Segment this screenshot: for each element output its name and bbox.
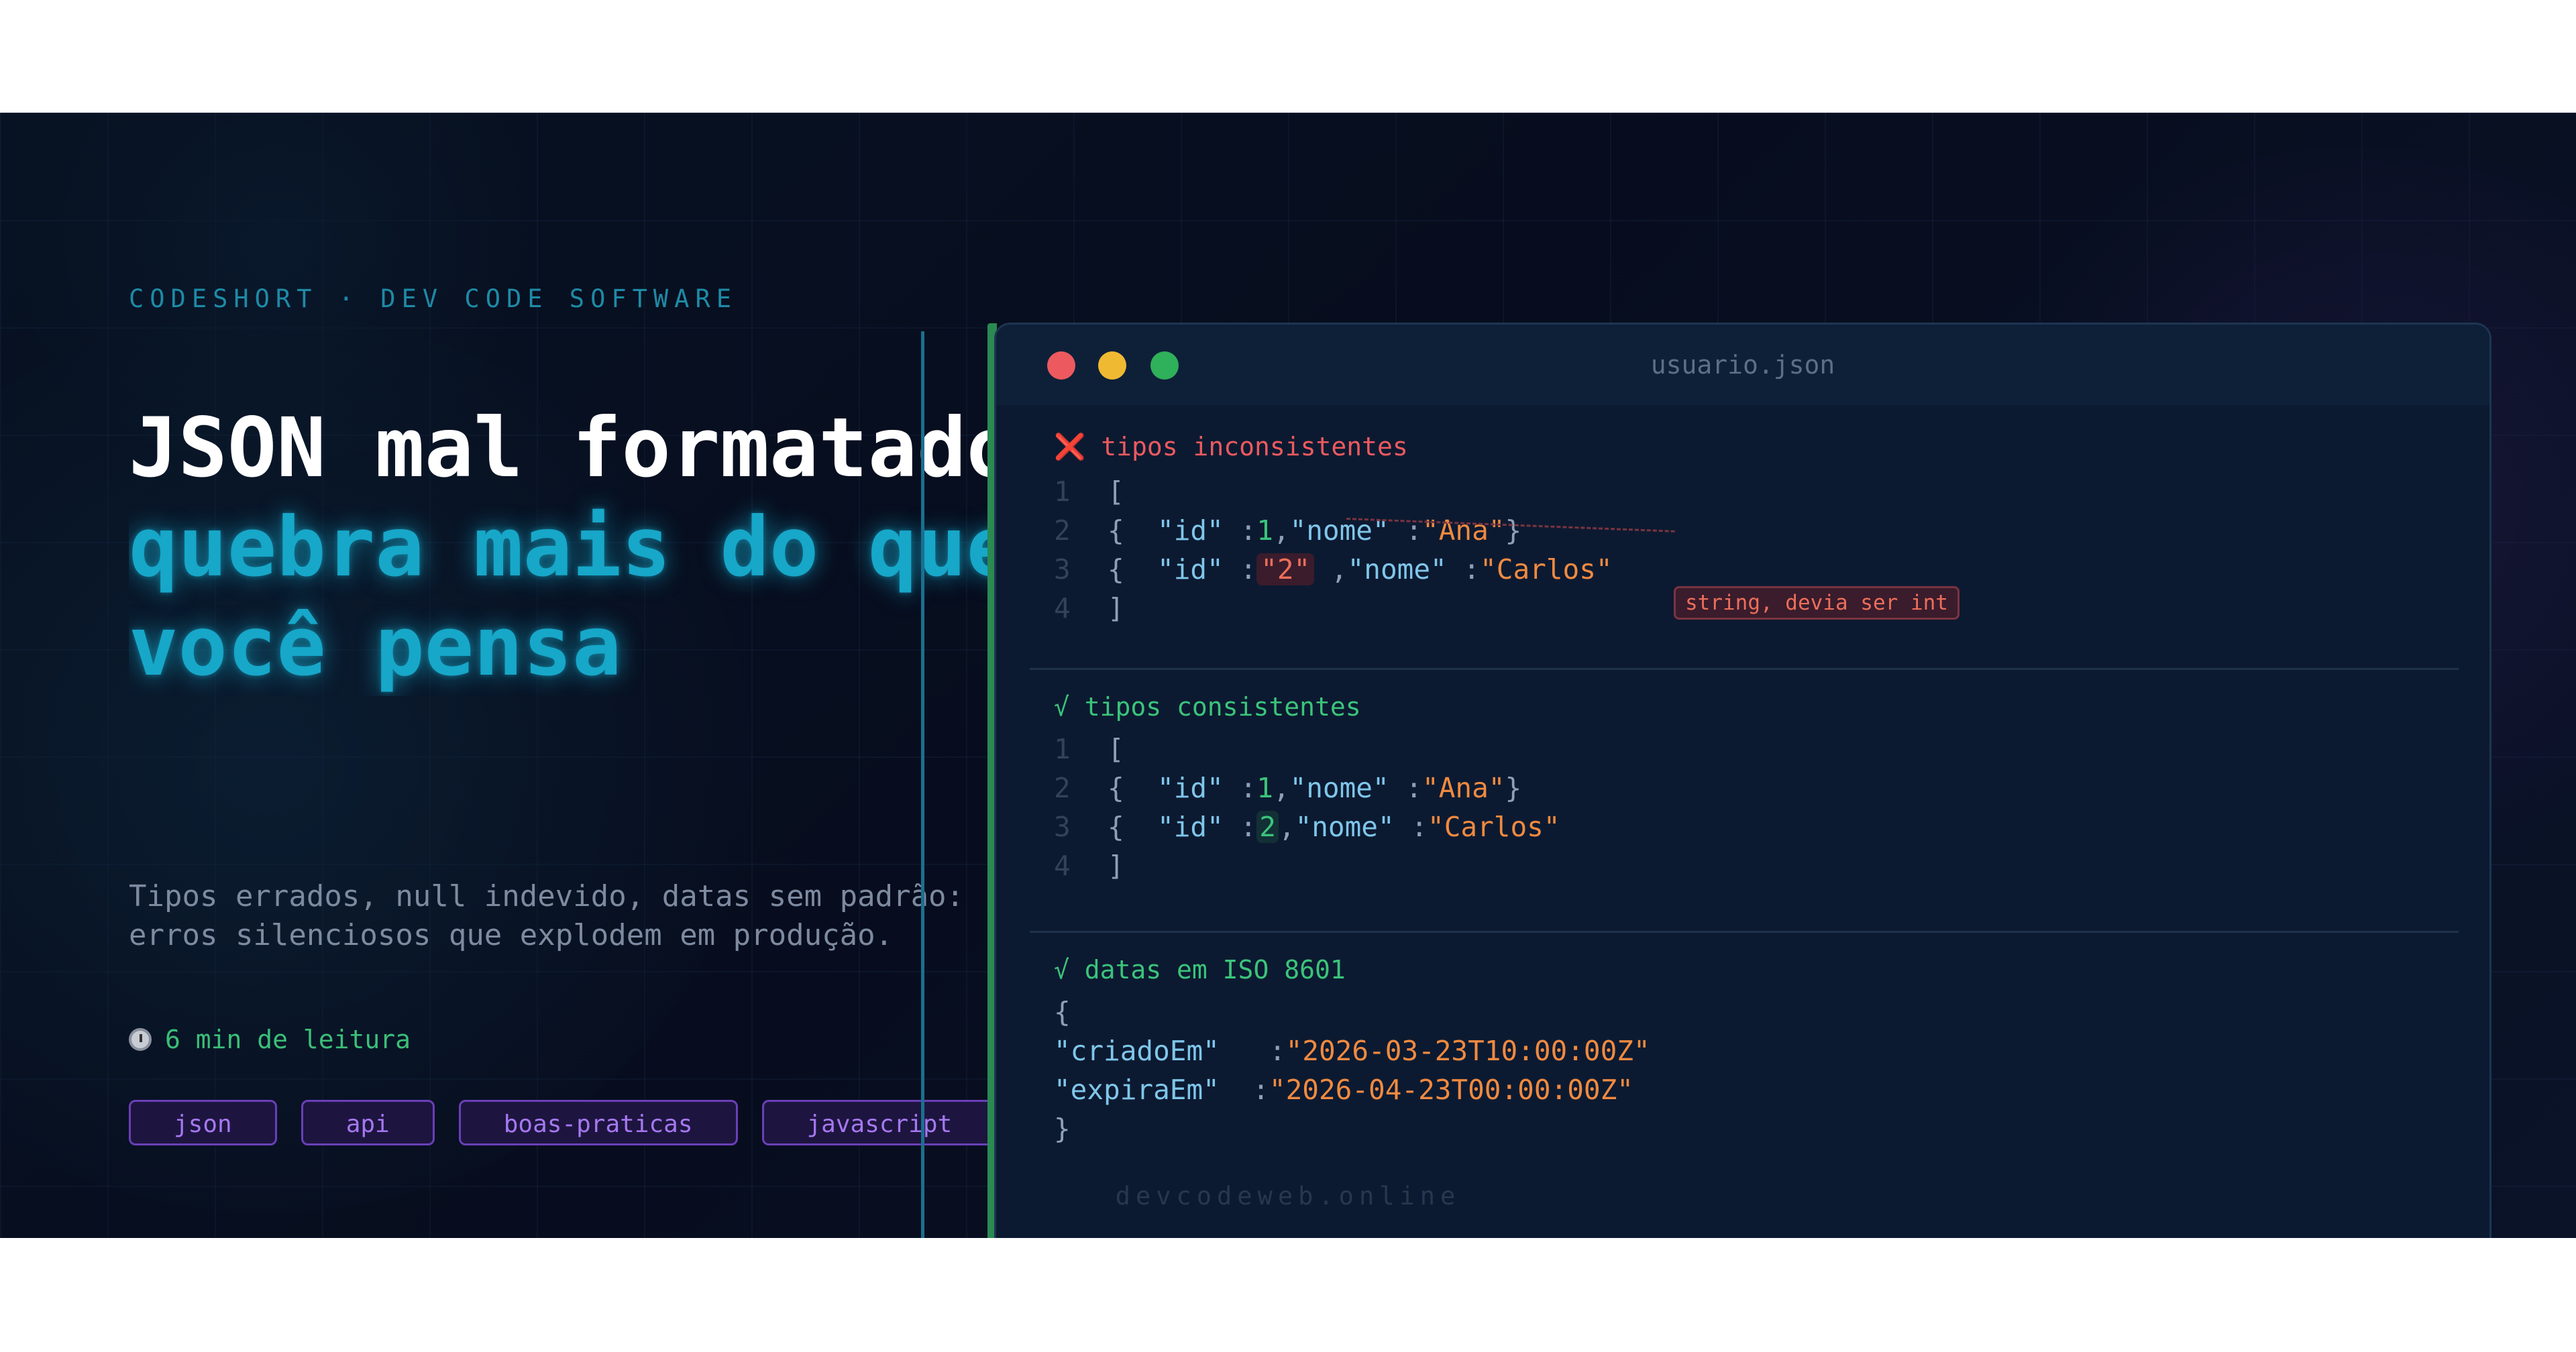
accent-line — [921, 331, 924, 1238]
tag-list: json api boas-praticas javascript — [129, 1100, 998, 1145]
title-line-2: quebra mais do que — [129, 500, 987, 595]
title-line-1: JSON mal formatado — [129, 400, 987, 496]
correct-type-value: 2 — [1256, 811, 1279, 843]
code-line: { — [1054, 996, 1071, 1028]
section-heading: √ datas em ISO 8601 — [1054, 955, 1346, 984]
code-line: "criadoEm" :"2026-03-23T10:00:00Z" — [1054, 1035, 1650, 1067]
code-line: 2{ "id" :1,"nome" :"Ana"} — [1054, 772, 1522, 804]
brand-kicker: CODESHORT · DEV CODE SOFTWARE — [129, 284, 738, 313]
code-line: 1[ — [1054, 475, 1124, 508]
window-titlebar: usuario.json — [996, 325, 2489, 405]
code-line: 4] — [1054, 592, 1124, 624]
tag-api[interactable]: api — [301, 1100, 435, 1145]
check-icon: √ — [1054, 692, 1069, 722]
description-line-2: erros silenciosos que explodem em produç… — [129, 918, 894, 952]
code-line: 4] — [1054, 850, 1124, 882]
code-line: 2{ "id" :1,"nome" :"Ana"} — [1054, 514, 1522, 547]
divider — [1030, 668, 2459, 670]
wrong-type-value: "2" — [1256, 553, 1315, 585]
file-name: usuario.json — [1650, 350, 1835, 380]
tag-javascript[interactable]: javascript — [761, 1100, 998, 1145]
check-icon: √ — [1054, 955, 1069, 984]
divider — [1030, 931, 2459, 933]
annotation-note: string, devia ser int — [1674, 586, 1960, 620]
reading-time-label: 6 min de leitura — [165, 1025, 411, 1054]
code-window: usuario.json ❌ tipos inconsistentes 1[ 2… — [994, 323, 2491, 1238]
section-heading: √ tipos consistentes — [1054, 692, 1361, 722]
code-line: "expiraEm" :"2026-04-23T00:00:00Z" — [1054, 1074, 1633, 1106]
section-heading: ❌ tipos inconsistentes — [1054, 432, 1408, 461]
timer-icon — [129, 1028, 152, 1051]
cross-icon: ❌ — [1054, 432, 1086, 461]
reading-time: 6 min de leitura — [129, 1025, 411, 1054]
hero-banner: CODESHORT · DEV CODE SOFTWARE JSON mal f… — [0, 113, 2576, 1238]
description: Tipos errados, null indevido, datas sem … — [129, 877, 987, 955]
description-line-1: Tipos errados, null indevido, datas sem … — [129, 879, 965, 913]
tag-json[interactable]: json — [129, 1100, 277, 1145]
page-title: JSON mal formatado quebra mais do que vo… — [129, 398, 987, 696]
code-line: 3{ "id" :2,"nome" :"Carlos" — [1054, 811, 1560, 843]
code-line: } — [1054, 1113, 1071, 1145]
code-line: 1[ — [1054, 733, 1124, 765]
code-line: 3{ "id" : "2" ,"nome" :"Carlos" — [1054, 553, 1613, 585]
footer-url: devcodeweb.online — [1115, 1182, 1461, 1210]
title-line-3: você pensa — [129, 599, 622, 694]
tag-boas-praticas[interactable]: boas-praticas — [458, 1100, 738, 1145]
